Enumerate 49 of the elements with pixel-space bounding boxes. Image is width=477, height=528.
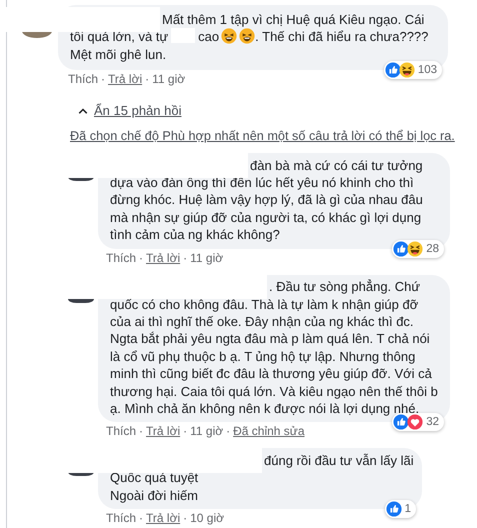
separator-dot: · [183, 511, 188, 526]
separator-dot: · [226, 424, 230, 438]
timestamp: 11 giờ [190, 250, 224, 265]
hide-replies-link[interactable]: Ẩn 15 phản hồi [78, 103, 477, 118]
reaction-badge[interactable]: 28 [392, 240, 444, 258]
separator-dot: · [101, 72, 106, 86]
separator-dot: · [183, 250, 188, 265]
caret-icon [78, 108, 88, 114]
comment-text: tôi quá lớn, và tự [70, 29, 168, 44]
separator-dot: · [183, 424, 188, 438]
comment-text: đúng rồi đầu tư vẫn lấy lãi [264, 452, 414, 468]
timestamp: 11 giờ [152, 72, 186, 86]
meta-link[interactable]: Trả lời [146, 424, 180, 438]
separator-dot: · [139, 250, 144, 265]
comment-text: đàn bà mà cứ có cái tư tưởng [250, 158, 423, 172]
thumbs-up-icon [393, 240, 410, 257]
meta-link[interactable]: Trả lời [146, 511, 180, 526]
comment-text: Mất thêm 1 tập vì chị Huệ quá Kiêu ngạo. Cái [162, 12, 424, 26]
thumbs-up-icon [393, 414, 410, 430]
laughing-face-icon [407, 240, 424, 257]
like-link[interactable]: Thích [106, 424, 136, 438]
comment-text: . Thế chi đã hiểu ra chưa???? [255, 29, 428, 44]
comment-text: . Đầu tư sòng phẳng. Chứ [269, 279, 420, 294]
like-link[interactable]: Thích [106, 250, 136, 265]
timestamp: 11 giờ [190, 424, 224, 438]
comment-text: Mệt mõi ghê lun. [70, 46, 168, 64]
timestamp: 10 giờ [190, 511, 224, 526]
comment-text: cao [198, 29, 220, 44]
reaction-badge[interactable]: 103 [384, 61, 442, 79]
filter-notice-link[interactable]: Đã chọn chế độ Phù hợp nhất nên một số câu trả lời có thể bị lọc ra. [70, 129, 477, 143]
thumbs-up-icon [386, 501, 402, 518]
separator-dot: · [145, 72, 150, 86]
meta-link[interactable]: Trả lời [146, 250, 180, 265]
reaction-count: 28 [426, 242, 439, 255]
comment-text: Quốc quá tuyệt [110, 469, 200, 487]
separator-dot: · [139, 511, 144, 526]
like-link[interactable]: Thích [68, 72, 98, 86]
meta-link[interactable]: Đã chỉnh sửa [233, 424, 305, 438]
laughing-face-icon [398, 62, 415, 78]
reaction-count: 103 [418, 64, 437, 76]
reaction-count: 32 [426, 416, 439, 428]
reaction-badge[interactable]: 32 [392, 413, 444, 432]
reaction-count: 1 [404, 503, 411, 516]
thumbs-up-icon [384, 62, 401, 78]
like-link[interactable]: Thích [106, 511, 136, 526]
meta-link[interactable]: Trả lời [108, 72, 142, 86]
reaction-badge[interactable]: 1 [384, 500, 416, 518]
comment-text: Ngoài đời hiếm [110, 486, 200, 504]
separator-dot: · [139, 424, 144, 438]
